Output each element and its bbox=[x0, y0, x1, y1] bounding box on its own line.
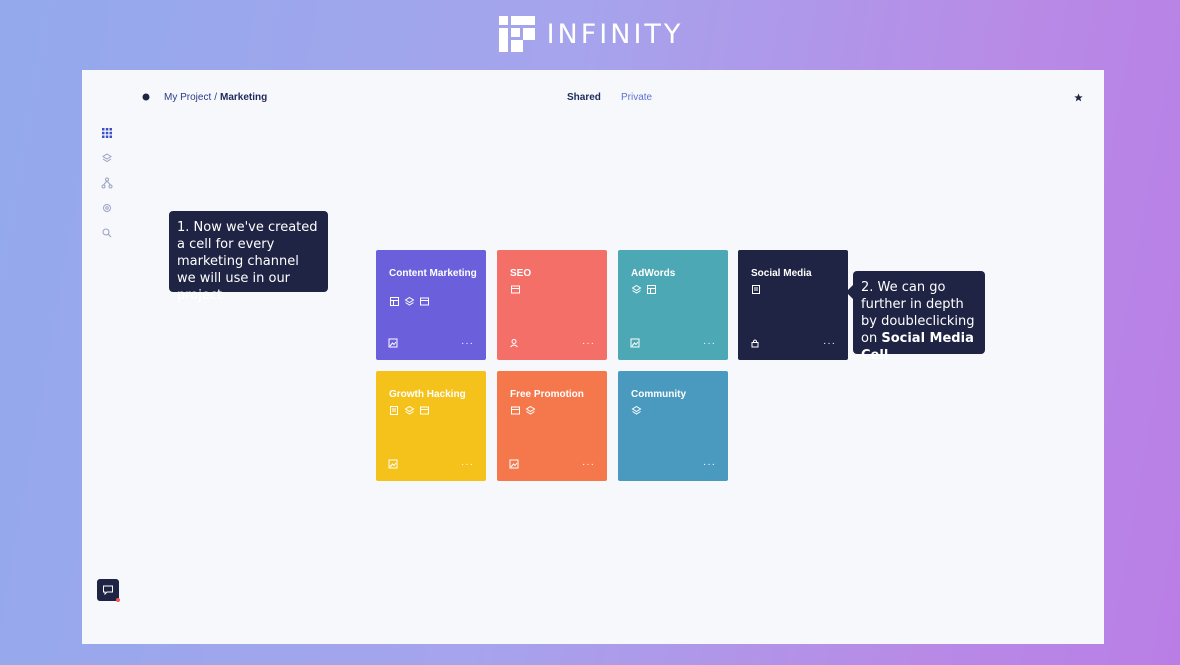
tutorial-callout-2: 2. We can go further in depth by doublec… bbox=[846, 271, 985, 363]
cell-title: Community bbox=[631, 389, 686, 400]
cell-view-icons bbox=[631, 405, 642, 416]
table-icon bbox=[511, 285, 520, 294]
cell-title: Growth Hacking bbox=[389, 389, 466, 400]
chat-button[interactable] bbox=[97, 579, 120, 602]
cell-view-icons bbox=[389, 405, 430, 416]
cell-view-icons bbox=[631, 284, 657, 295]
stack-icon bbox=[631, 405, 642, 415]
app-window: My Project / Marketing Shared Private 1.… bbox=[82, 70, 1104, 644]
lock-icon bbox=[751, 339, 759, 348]
cell-title: AdWords bbox=[631, 268, 676, 279]
breadcrumb-current: Marketing bbox=[220, 92, 268, 103]
breadcrumb-project[interactable]: My Project bbox=[164, 92, 211, 103]
stack-icon[interactable] bbox=[101, 152, 113, 164]
list-icon bbox=[752, 285, 760, 294]
image-icon bbox=[388, 459, 398, 469]
board-icon bbox=[647, 285, 656, 294]
stack-icon bbox=[631, 284, 642, 294]
cell-growth-hacking[interactable]: Growth Hacking ··· bbox=[376, 371, 486, 481]
table-icon bbox=[420, 297, 429, 306]
image-icon bbox=[388, 338, 398, 348]
grid-view-icon[interactable] bbox=[101, 127, 113, 139]
cell-title: Social Media bbox=[751, 268, 812, 279]
cell-view-icons bbox=[510, 284, 521, 295]
settings-icon[interactable] bbox=[101, 202, 113, 214]
cell-free-promotion[interactable]: Free Promotion ··· bbox=[497, 371, 607, 481]
cell-seo[interactable]: SEO ··· bbox=[497, 250, 607, 360]
stack-icon bbox=[525, 405, 536, 415]
chat-icon bbox=[103, 585, 113, 596]
board-icon bbox=[390, 297, 399, 306]
cell-content-marketing[interactable]: Content Marketing ··· bbox=[376, 250, 486, 360]
breadcrumb-separator: / bbox=[214, 92, 218, 103]
cell-title: SEO bbox=[510, 268, 532, 279]
table-icon bbox=[420, 406, 429, 415]
cell-adwords[interactable]: AdWords ··· bbox=[618, 250, 728, 360]
hierarchy-icon[interactable] bbox=[101, 177, 113, 189]
cell-community[interactable]: Community ··· bbox=[618, 371, 728, 481]
user-icon bbox=[510, 339, 518, 348]
cell-title: Free Promotion bbox=[510, 389, 584, 400]
cell-menu-button[interactable]: ··· bbox=[461, 460, 474, 470]
breadcrumb: My Project / Marketing bbox=[164, 92, 267, 103]
cell-title: Content Marketing bbox=[389, 268, 477, 279]
cell-menu-button[interactable]: ··· bbox=[823, 339, 836, 349]
table-icon bbox=[511, 406, 520, 415]
cell-menu-button[interactable]: ··· bbox=[703, 339, 716, 349]
cell-menu-button[interactable]: ··· bbox=[703, 460, 716, 470]
star-icon[interactable] bbox=[1074, 93, 1083, 102]
tab-private[interactable]: Private bbox=[621, 92, 652, 103]
cell-view-icons bbox=[389, 296, 430, 307]
top-bar: My Project / Marketing Shared Private bbox=[82, 70, 1104, 126]
infinity-logo-icon bbox=[498, 16, 535, 52]
cell-menu-button[interactable]: ··· bbox=[582, 460, 595, 470]
image-icon bbox=[509, 459, 519, 469]
stack-icon bbox=[404, 296, 415, 306]
tutorial-callout-1: 1. Now we've created a cell for every ma… bbox=[169, 211, 328, 303]
home-icon[interactable] bbox=[142, 93, 150, 101]
cell-view-icons bbox=[751, 284, 762, 295]
image-icon bbox=[630, 338, 640, 348]
brand-header: INFINITY bbox=[0, 14, 1180, 54]
stack-icon bbox=[404, 405, 415, 415]
cell-view-icons bbox=[510, 405, 536, 416]
cell-menu-button[interactable]: ··· bbox=[582, 339, 595, 349]
callout-1-text: 1. Now we've created a cell for every ma… bbox=[177, 220, 318, 303]
cell-menu-button[interactable]: ··· bbox=[461, 339, 474, 349]
brand-name: INFINITY bbox=[546, 18, 684, 50]
tab-shared[interactable]: Shared bbox=[567, 92, 601, 103]
search-icon[interactable] bbox=[101, 227, 113, 239]
cell-social-media[interactable]: Social Media ··· bbox=[738, 250, 848, 360]
list-icon bbox=[390, 406, 398, 415]
callout-2-bold: Social Media Cell bbox=[861, 331, 974, 363]
callout-2-end: . bbox=[888, 348, 893, 363]
